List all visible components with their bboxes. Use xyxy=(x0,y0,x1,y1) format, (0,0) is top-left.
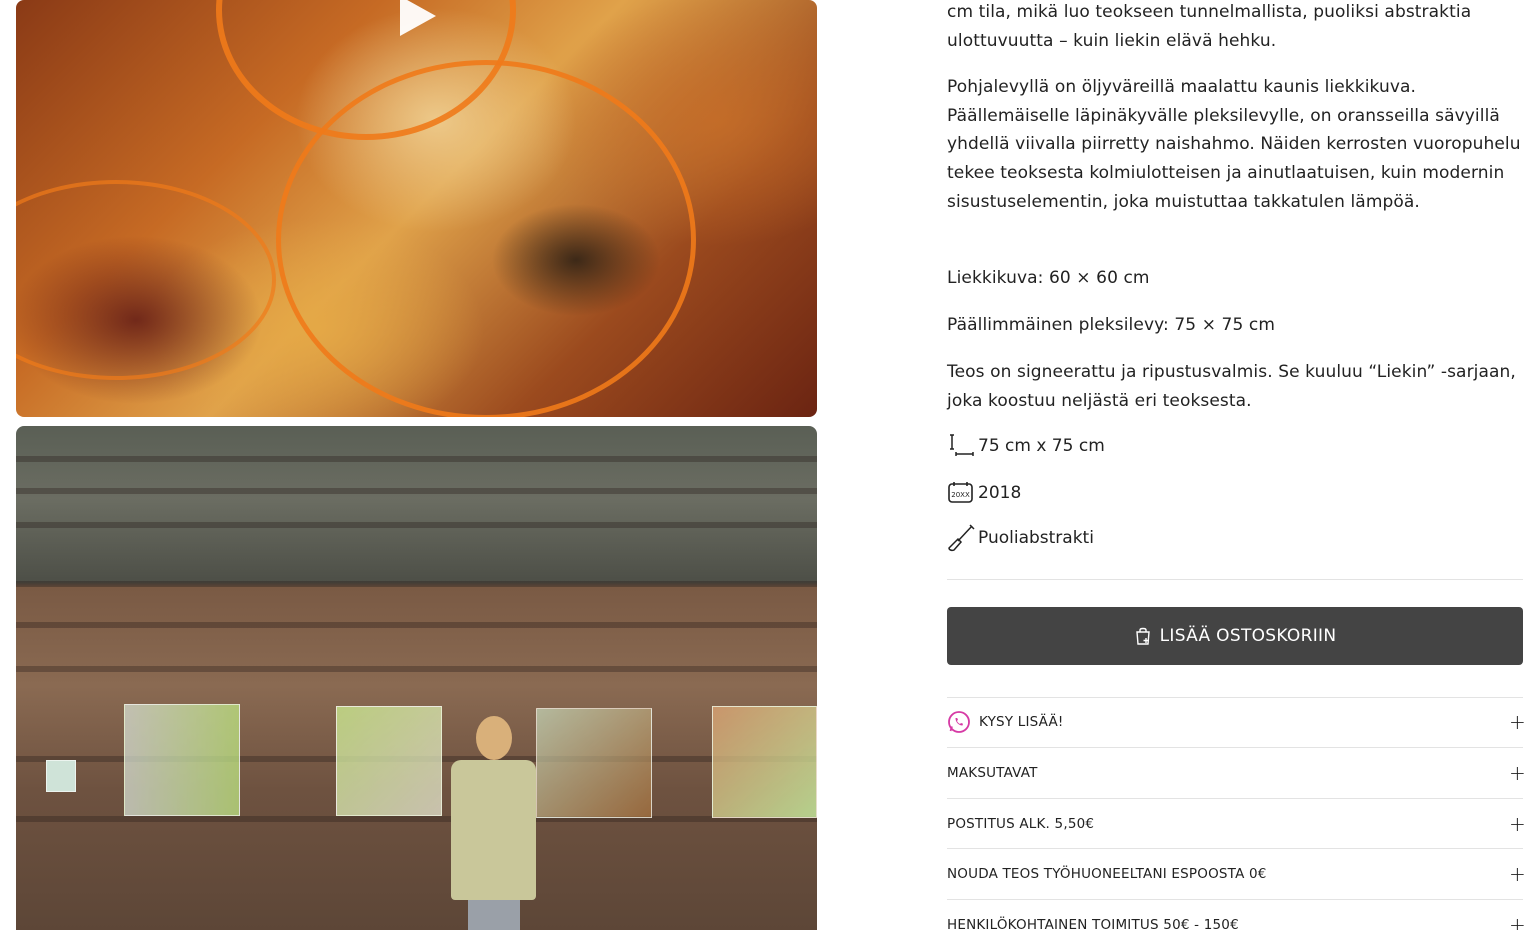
attribute-style: Puoliabstrakti xyxy=(947,524,1094,552)
shopping-bag-add-icon xyxy=(1134,626,1152,646)
description-paragraph: Päällimmäinen pleksilevy: 75 × 75 cm xyxy=(947,315,1275,335)
paintbrush-icon xyxy=(947,524,975,552)
description-paragraph: Liekkikuva: 60 × 60 cm xyxy=(947,268,1150,288)
calendar-icon: 20XX xyxy=(947,479,975,507)
artwork-panel xyxy=(536,708,652,818)
exhibition-photo[interactable] xyxy=(16,426,817,930)
accordion-label: MAKSUTAVAT xyxy=(947,765,1038,781)
accordion-label: NOUDA TEOS TYÖHUONEELTANI ESPOOSTA 0€ xyxy=(947,866,1267,882)
svg-text:20XX: 20XX xyxy=(951,491,970,499)
accordion-payment-methods[interactable]: MAKSUTAVAT + xyxy=(947,748,1526,798)
whatsapp-icon xyxy=(947,710,971,734)
log-beam xyxy=(16,816,817,822)
accordion-personal-delivery[interactable]: HENKILÖKOHTAINEN TOIMITUS 50€ - 150€ + xyxy=(947,900,1526,930)
painting-stroke xyxy=(276,60,696,417)
accordion-shipping[interactable]: POSTITUS ALK. 5,50€ + xyxy=(947,799,1526,849)
log-beam xyxy=(16,522,817,528)
attribute-size: 75 cm x 75 cm xyxy=(947,432,1105,460)
attribute-style-value: Puoliabstrakti xyxy=(978,528,1094,548)
accordion-ask-more[interactable]: KYSY LISÄÄ! + xyxy=(947,697,1526,747)
divider xyxy=(947,579,1523,580)
plus-icon[interactable]: + xyxy=(1509,812,1526,836)
artwork-panel xyxy=(712,706,817,818)
description-paragraph: Teos on signeerattu ja ripustusvalmis. S… xyxy=(947,362,1516,411)
add-to-cart-label: LISÄÄ OSTOSKORIIN xyxy=(1159,626,1337,646)
product-gallery xyxy=(16,0,817,930)
accordion-label: POSTITUS ALK. 5,50€ xyxy=(947,816,1095,832)
ruler-size-icon xyxy=(947,432,975,460)
description-intro: cm tila, mikä luo teokseen tunnelmallist… xyxy=(947,2,1472,51)
attribute-year-value: 2018 xyxy=(978,483,1022,503)
artwork-panel xyxy=(336,706,442,816)
log-beam xyxy=(16,456,817,462)
add-to-cart-button[interactable]: LISÄÄ OSTOSKORIIN xyxy=(947,607,1523,665)
log-beam xyxy=(16,622,817,628)
attribute-year: 20XX 2018 xyxy=(947,479,1021,507)
artwork-panel xyxy=(124,704,240,816)
plus-icon[interactable]: + xyxy=(1509,862,1526,886)
accordion-label: HENKILÖKOHTAINEN TOIMITUS 50€ - 150€ xyxy=(947,917,1239,930)
plus-icon[interactable]: + xyxy=(1509,913,1526,930)
attribute-size-value: 75 cm x 75 cm xyxy=(978,436,1105,456)
product-video[interactable] xyxy=(16,0,817,417)
log-beam xyxy=(16,666,817,672)
plus-icon[interactable]: + xyxy=(1509,761,1526,785)
plus-icon[interactable]: + xyxy=(1509,710,1526,734)
accordion-label: KYSY LISÄÄ! xyxy=(979,714,1064,730)
play-icon[interactable] xyxy=(400,0,436,36)
artist-figure xyxy=(446,716,541,930)
log-beam xyxy=(16,581,817,587)
description-paragraph: Pohjalevyllä on öljyväreillä maalattu ka… xyxy=(947,77,1521,212)
painting-stroke xyxy=(16,180,276,380)
log-beam xyxy=(16,488,817,494)
accordion-pickup[interactable]: NOUDA TEOS TYÖHUONEELTANI ESPOOSTA 0€ + xyxy=(947,849,1526,899)
wall-note xyxy=(46,760,76,792)
